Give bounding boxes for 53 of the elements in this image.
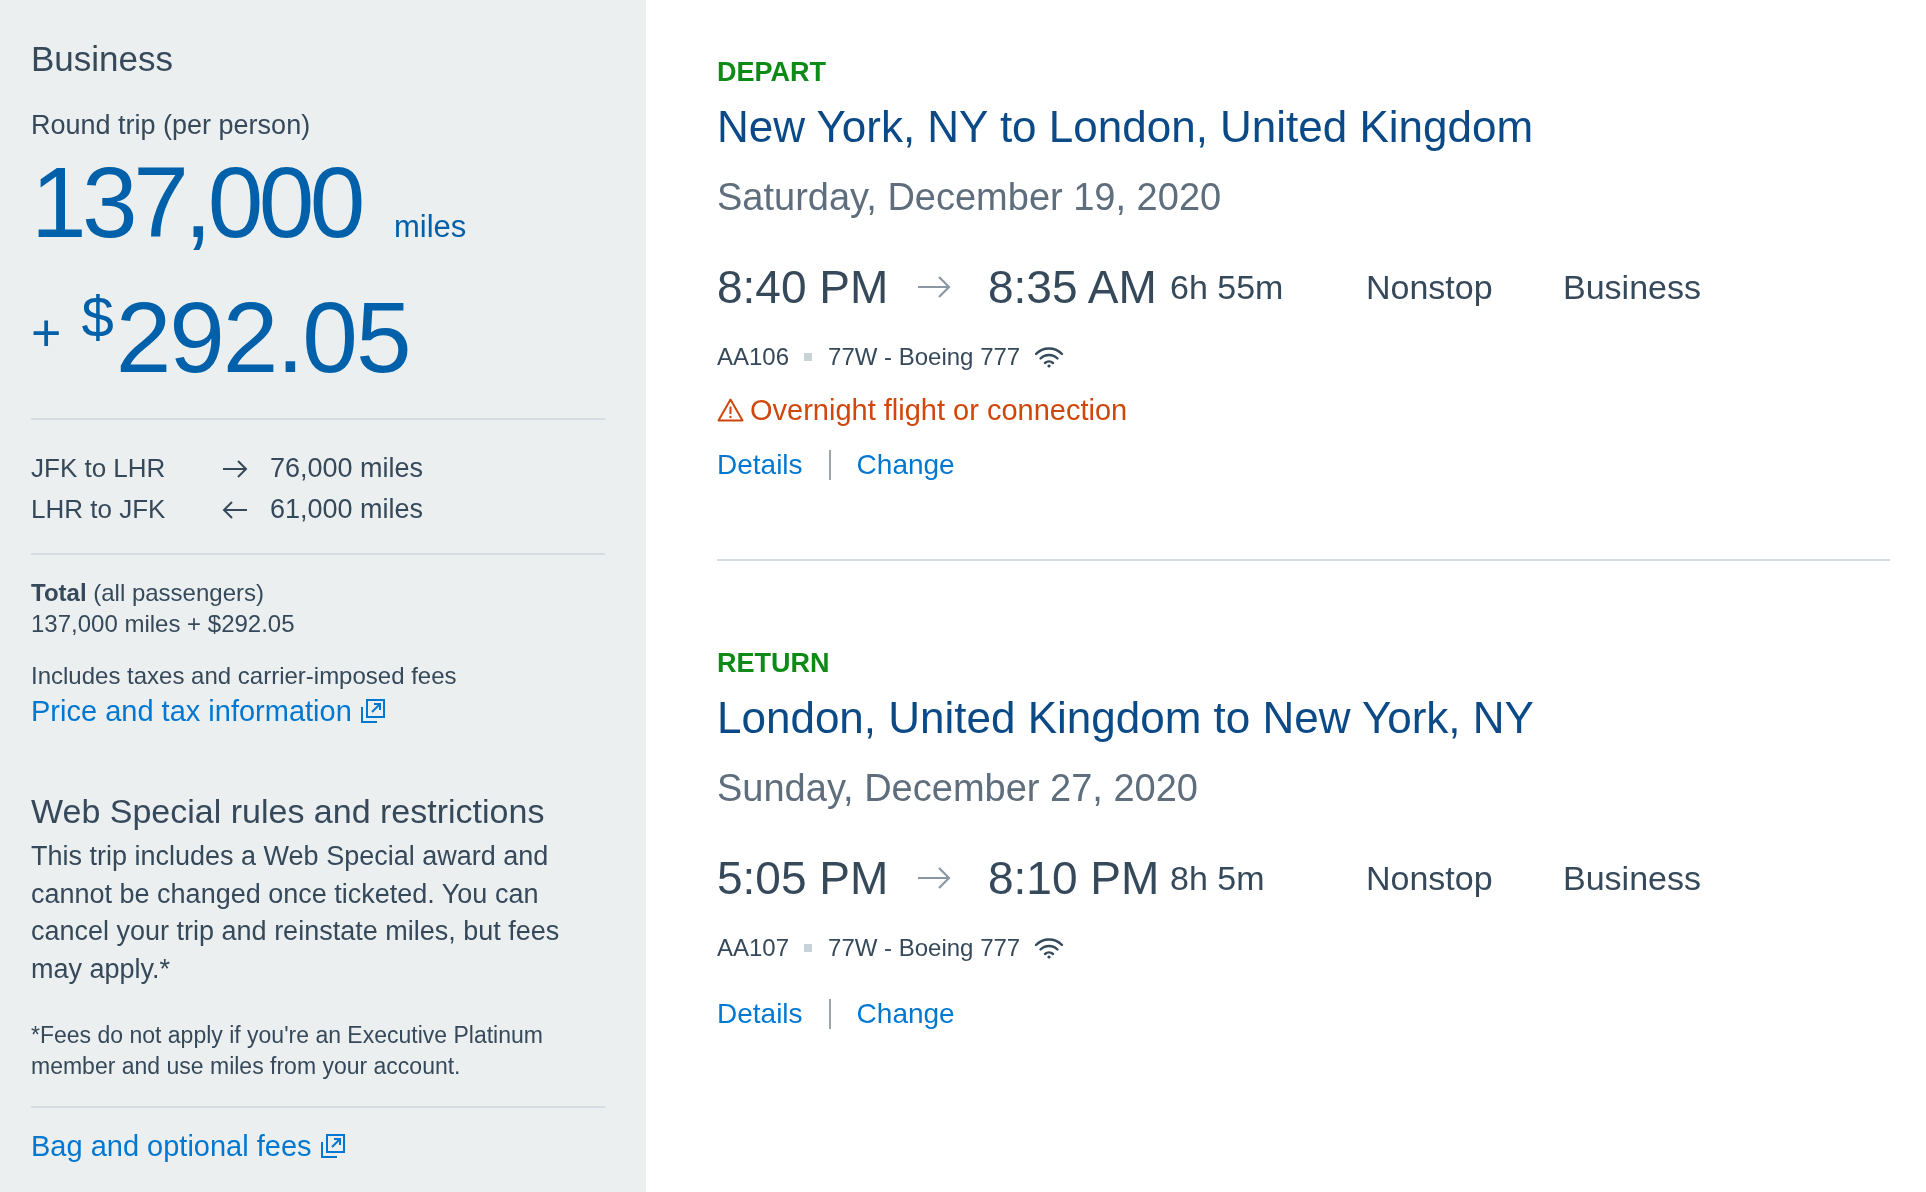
total-label: Total (all passengers) <box>31 578 265 608</box>
trip-type-label: Round trip (per person) <box>31 109 312 141</box>
arrival-time: 8:10 PM <box>988 851 1161 906</box>
change-link[interactable]: Change <box>856 448 955 482</box>
flight-duration: 8h 5m <box>1170 859 1265 897</box>
departure-time: 8:40 PM <box>717 260 890 315</box>
fees-note: Includes taxes and carrier-imposed fees <box>31 661 458 691</box>
square-icon <box>804 353 813 361</box>
leg-route: JFK to LHR <box>31 452 167 485</box>
details-link[interactable]: Details <box>717 448 803 482</box>
square-icon <box>804 944 813 952</box>
leg-miles: 76,000 miles <box>270 452 424 486</box>
stops-label: Nonstop <box>1366 268 1493 306</box>
plus-sign: + <box>31 307 62 359</box>
flight-duration: 6h 55m <box>1170 268 1284 306</box>
aircraft-label: 77W - Boeing 777 <box>828 934 1021 962</box>
route-title: New York, NY to London, United Kingdom <box>717 101 1535 153</box>
arrow-right-icon <box>917 867 951 889</box>
flight-number: AA106 <box>717 343 790 371</box>
leg-miles: 61,000 miles <box>270 493 424 527</box>
cabin-title: Business <box>31 38 175 80</box>
price-info-link[interactable]: Price and tax information <box>31 694 352 728</box>
rules-heading: Web Special rules and restrictions <box>31 792 546 830</box>
external-link-icon <box>359 698 386 724</box>
change-link[interactable]: Change <box>856 997 955 1031</box>
total-amount: 137,000 miles + $292.05 <box>31 609 296 639</box>
cabin-class: Business <box>1563 267 1701 308</box>
warning-icon <box>717 398 744 422</box>
external-link-icon <box>319 1133 346 1159</box>
cabin-class: Business <box>1563 858 1701 899</box>
cash-amount: 292.05 <box>115 287 410 387</box>
wifi-icon <box>1034 937 1065 959</box>
flight-number: AA107 <box>717 934 790 962</box>
flight-date: Sunday, December 27, 2020 <box>717 766 1199 810</box>
stops-label: Nonstop <box>1366 859 1493 897</box>
miles-amount: 137,000 <box>31 152 361 252</box>
flight-date: Saturday, December 19, 2020 <box>717 175 1223 219</box>
rules-text: This trip includes a Web Special award and cannot be changed once ticketed. You can cancel your trip and reinstate miles, but fees may apply.* <box>31 840 561 986</box>
flight-direction-label: RETURN <box>717 647 831 680</box>
arrival-time: 8:35 AM <box>988 260 1158 315</box>
overnight-warning: Overnight flight or connection <box>750 393 1128 427</box>
aircraft-label: 77W - Boeing 777 <box>828 343 1021 371</box>
currency-symbol: $ <box>81 287 114 347</box>
route-title: London, United Kingdom to New York, NY <box>717 692 1535 744</box>
rules-footnote: *Fees do not apply if you're an Executive Platinum member and use miles from your account. <box>31 1021 544 1081</box>
departure-time: 5:05 PM <box>717 851 890 906</box>
miles-unit: miles <box>394 209 467 245</box>
arrow-right-icon <box>917 276 951 298</box>
wifi-icon <box>1034 346 1065 368</box>
flight-direction-label: DEPART <box>717 56 827 89</box>
details-link[interactable]: Details <box>717 997 803 1031</box>
leg-route: LHR to JFK <box>31 493 167 526</box>
bag-fees-link[interactable]: Bag and optional fees <box>31 1129 312 1163</box>
